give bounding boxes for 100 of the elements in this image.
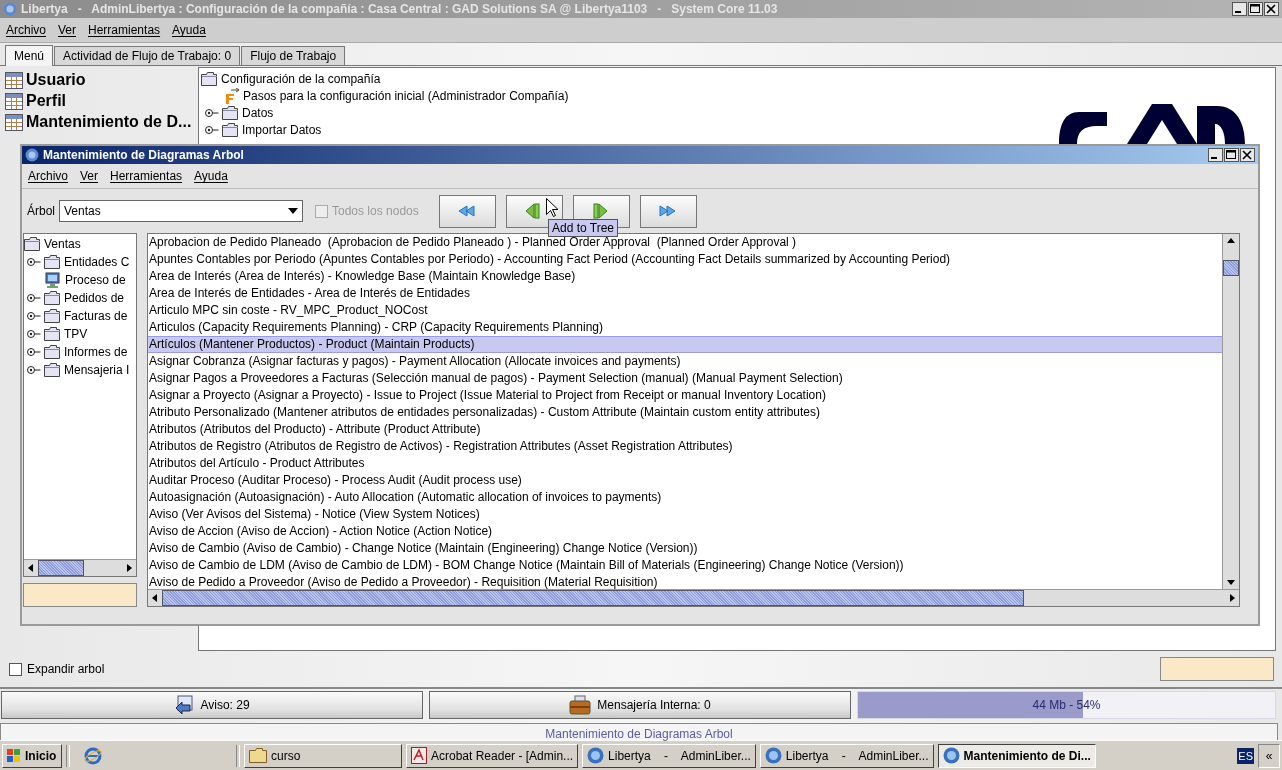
menu-item[interactable]: Perfil: [26, 92, 66, 110]
checkbox[interactable]: [9, 662, 22, 676]
table-icon: [5, 113, 23, 131]
menu-item[interactable]: Usuario: [26, 71, 86, 89]
list-item[interactable]: Atributo Personalizado (Mantener atributos de entidades personalizadas) - Custom Attribute (Maintain custom entity attributes): [148, 404, 1222, 421]
taskbar-button[interactable]: Acrobat Reader - [Admin...: [406, 743, 579, 768]
taskbar-button[interactable]: Libertya - AdminLiber...: [759, 743, 934, 768]
list-item[interactable]: Artículos (Mantener Productos) - Product (Maintain Products): [148, 336, 1222, 353]
tree-node[interactable]: TPV: [64, 327, 88, 341]
list-item[interactable]: Aviso (Ver Avisos del Sistema) - Notice (View System Notices): [148, 506, 1222, 523]
list-item[interactable]: Apuntes Contables por Periodo (Apuntes Contables por Periodo) - Accounting Fact Period (Accounting Fact Details summarized by Accounting Period): [148, 251, 1222, 268]
expand-handle-icon[interactable]: [27, 365, 41, 375]
menu-item[interactable]: Archivo: [22, 169, 74, 183]
list-item[interactable]: Aviso de Cambio (Aviso de Cambio) - Change Notice (Maintain (Engineering) Change Notice (Version)): [148, 540, 1222, 557]
close-button[interactable]: [1264, 2, 1279, 16]
menu-item[interactable]: Herramientas: [104, 169, 189, 183]
browser-icon[interactable]: [84, 746, 102, 765]
list-item[interactable]: Articulos (Capacity Requirements Planning) - CRP (Capacity Requirements Planning): [148, 319, 1222, 336]
cursor-icon: [546, 198, 558, 217]
text-field[interactable]: [1160, 657, 1274, 681]
maximize-button[interactable]: [1248, 2, 1263, 16]
app-icon: [25, 148, 39, 162]
expand-handle-icon[interactable]: [27, 311, 41, 321]
menu-item[interactable]: Ver: [52, 23, 83, 37]
list-item[interactable]: Area de Interés de Entidades - Area de Interés de Entidades: [148, 285, 1222, 302]
expand-handle-icon[interactable]: [27, 293, 41, 303]
maximize-button[interactable]: [1224, 148, 1239, 162]
close-button[interactable]: [1240, 148, 1255, 162]
menu-item[interactable]: Herramientas: [82, 23, 167, 37]
menu-item[interactable]: Ayuda: [166, 23, 212, 37]
memory-label: 44 Mb - 54%: [1032, 698, 1101, 712]
tab[interactable]: Flujo de Trabajo: [241, 46, 346, 65]
tree-node[interactable]: Pedidos de: [64, 291, 125, 305]
menu-item[interactable]: Mantenimiento de D...: [26, 113, 192, 131]
expand-handle-icon[interactable]: [205, 107, 219, 118]
windows-logo-icon: [7, 749, 21, 762]
list-item[interactable]: Aviso de Pedido a Proveedor (Aviso de Pedido a Proveedor) - Requisition (Material Requisition): [148, 574, 1222, 589]
list-item[interactable]: Aprobacion de Pedido Planeado (Aprobacion de Pedido Planeado ) - Planned Order Approval (Planned Order Approval ): [148, 234, 1222, 251]
taskbar-button[interactable]: curso: [244, 743, 402, 768]
collapse-button[interactable]: «: [1258, 743, 1280, 768]
expand-handle-icon[interactable]: [27, 329, 41, 339]
list-item[interactable]: Asignar Pagos a Proveedores a Facturas (Selección manual de pagos) - Payment Selection (manual) (Manual Payment Selection): [148, 370, 1222, 387]
list-item[interactable]: Atributos del Artículo - Product Attributes: [148, 455, 1222, 472]
globe-icon: [764, 747, 782, 764]
dropdown-value: Ventas: [64, 204, 102, 218]
list-item[interactable]: Area de Interés (Area de Interés) - Knowledge Base (Maintain Knowledge Base): [148, 268, 1222, 285]
tree-node[interactable]: Facturas de: [64, 309, 128, 323]
tree-node[interactable]: Informes de: [64, 345, 128, 359]
expand-handle-icon[interactable]: [27, 257, 41, 267]
checkbox-label: Expandir arbol: [27, 662, 105, 676]
menu-item[interactable]: Archivo: [0, 23, 52, 37]
tree-node[interactable]: Pasos para la configuración inicial (Administrador Compañía): [243, 88, 569, 103]
list-item[interactable]: Asignar Cobranza (Asignar facturas y pagos) - Payment Allocation (Allocate invoices and payments): [148, 353, 1222, 370]
menu-item[interactable]: Ver: [74, 169, 105, 183]
tooltip: Add to Tree: [548, 219, 619, 237]
scroll-thumb[interactable]: [1223, 260, 1239, 276]
list-item[interactable]: Autoasignación (Autoasignación) - Auto Allocation (Automatic allocation of invoices to payments): [148, 489, 1222, 506]
folder-icon: [44, 327, 61, 341]
tab[interactable]: Menú: [5, 45, 54, 66]
tree-node[interactable]: Importar Datos: [242, 122, 322, 137]
tree-node[interactable]: Ventas: [44, 237, 81, 251]
checkbox-label: Todos los nodos: [332, 204, 419, 218]
tree-node[interactable]: Proceso de: [65, 273, 126, 287]
taskbar-button[interactable]: Mantenimiento de Di...: [937, 743, 1096, 768]
scroll-thumb[interactable]: [162, 590, 1024, 606]
list-item[interactable]: Auditar Proceso (Auditar Proceso) - Process Audit (Audit process use): [148, 472, 1222, 489]
expand-handle-icon[interactable]: [27, 347, 41, 357]
tree-node[interactable]: Entidades C: [64, 255, 130, 269]
tree-dropdown[interactable]: Ventas: [59, 200, 303, 222]
status-button[interactable]: Mensajería Interna: 0: [429, 691, 851, 719]
tree-node[interactable]: Datos: [242, 105, 274, 120]
double-left-arrow-icon: [457, 203, 478, 219]
list-item[interactable]: Aviso de Cambio de LDM (Aviso de Cambio de LDM) - BOM Change Notice (Maintain Bill of Materials (Engineering) Change Notice (Version)): [148, 557, 1222, 574]
scroll-thumb[interactable]: [38, 560, 84, 576]
document-icon: [411, 747, 427, 764]
taskbar-button[interactable]: Libertya - AdminLiber...: [582, 743, 756, 768]
minimize-button[interactable]: [1232, 2, 1247, 16]
scrollbar[interactable]: [1222, 234, 1239, 589]
scrollbar[interactable]: [24, 559, 136, 576]
list-item[interactable]: Asignar a Proyecto (Asignar a Proyecto) - Issue to Project (Issue Material to Project from Receipt or manual Inventory Location): [148, 387, 1222, 404]
language-indicator[interactable]: ES: [1237, 747, 1254, 764]
list-item[interactable]: Atributos (Atributos del Producto) - Attribute (Product Attribute): [148, 421, 1222, 438]
menu-item[interactable]: Ayuda: [188, 169, 234, 183]
list-item[interactable]: Articulo MPC sin coste - RV_MPC_Product_NOCost: [148, 302, 1222, 319]
tree-node[interactable]: Mensajeria I: [64, 363, 130, 377]
text-field[interactable]: [23, 583, 137, 607]
app-icon: [3, 2, 17, 16]
folder-icon: [222, 122, 239, 137]
tree-node[interactable]: Configuración de la compañía: [221, 71, 381, 86]
list-item[interactable]: Aviso de Accion (Aviso de Accion) - Action Notice (Action Notice): [148, 523, 1222, 540]
globe-icon: [942, 747, 960, 764]
field-label: Árbol: [27, 204, 55, 218]
list-item[interactable]: Atributos de Registro (Atributos de Registro de Activos) - Registration Attributes (Asset Registration Attributes): [148, 438, 1222, 455]
tab[interactable]: Actividad de Flujo de Trabajo: 0: [54, 46, 241, 65]
expand-handle-icon[interactable]: [205, 124, 219, 135]
start-button[interactable]: Inicio: [2, 743, 62, 768]
scrollbar[interactable]: [148, 589, 1239, 606]
minimize-button[interactable]: [1208, 148, 1223, 162]
table-icon: [5, 71, 23, 89]
status-button[interactable]: Aviso: 29: [1, 691, 423, 719]
